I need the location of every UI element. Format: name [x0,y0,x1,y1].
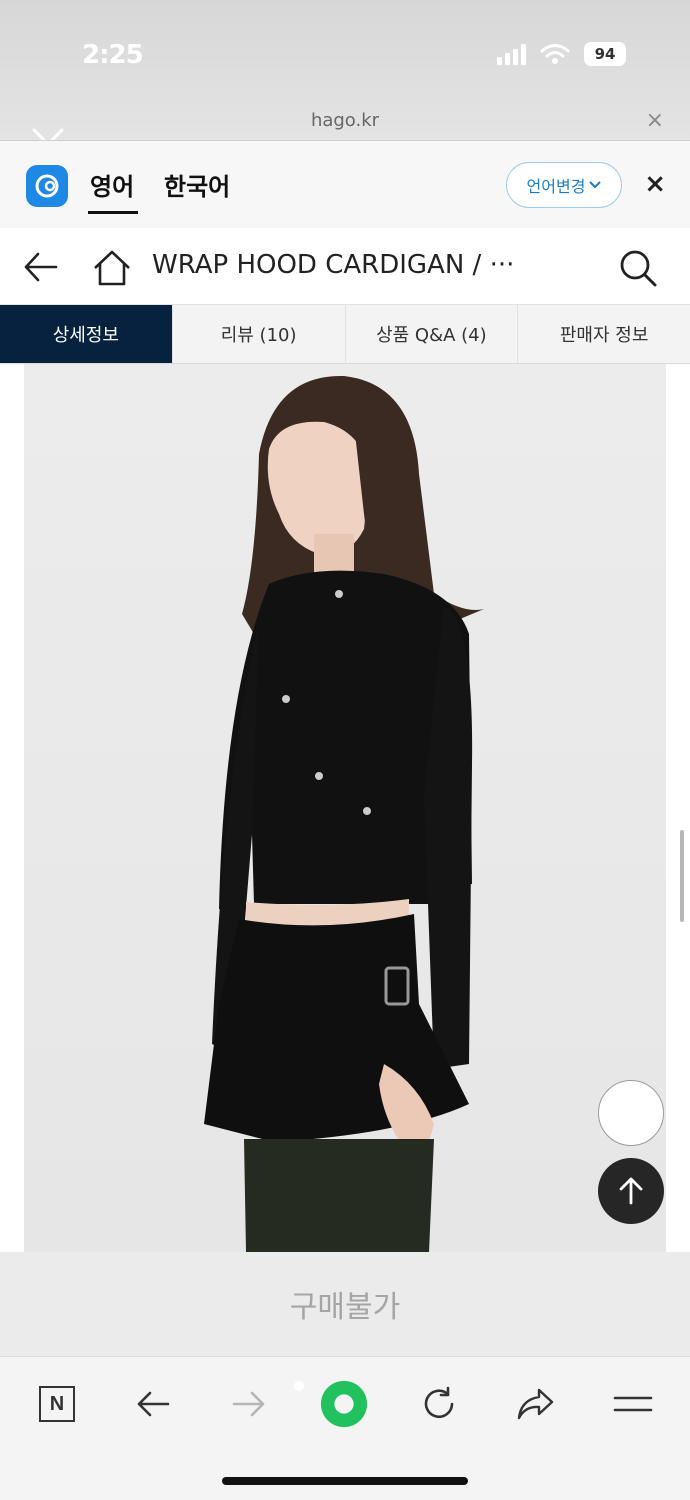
tab-qna[interactable]: 상품 Q&A (4) [346,305,519,363]
product-tabs: 상세정보 리뷰 (10) 상품 Q&A (4) 판매자 정보 [0,304,690,364]
purchase-unavailable-button[interactable]: 구매불가 [0,1252,690,1356]
home-indicator[interactable] [222,1477,468,1485]
back-icon [137,1391,170,1417]
back-arrow-icon[interactable] [22,248,60,286]
share-button[interactable] [510,1379,560,1429]
tab-detail[interactable]: 상세정보 [0,305,173,363]
change-language-button[interactable]: 언어변경 [506,162,622,208]
page-header: WRAP HOOD CARDIGAN / ··· [0,228,690,304]
tab-seller-info[interactable]: 판매자 정보 [518,305,690,363]
change-language-label: 언어변경 [526,177,586,196]
page-title: WRAP HOOD CARDIGAN / ··· [152,250,515,280]
forward-button[interactable] [224,1379,274,1429]
notification-dot [294,1381,304,1391]
model-illustration [204,375,484,1252]
forward-icon [232,1391,265,1417]
translate-close-button[interactable]: × [644,169,666,199]
product-photo [24,364,666,1252]
refresh-icon [424,1386,454,1419]
tab-reviews[interactable]: 리뷰 (10) [173,305,346,363]
green-ring-icon [320,1380,368,1428]
chevron-down-icon [589,181,602,189]
naver-n-icon: N [39,1386,75,1422]
browser-bottom-toolbar: N [0,1356,690,1500]
target-language-tab[interactable]: 한국어 [164,167,230,202]
wifi-icon [540,44,570,64]
active-language-underline [88,211,138,214]
cellular-signal-icon [497,43,526,65]
status-icons: 94 [497,42,626,66]
source-language-tab[interactable]: 영어 [90,167,134,202]
papago-icon [35,174,59,198]
url-close-button[interactable]: × [646,108,664,133]
scroll-to-top-button[interactable] [598,1158,664,1224]
refresh-button[interactable] [414,1379,464,1429]
hamburger-menu-icon [613,1396,653,1412]
arrow-up-icon [619,1177,643,1205]
browser-top-chrome: 2:25 94 hago.kr × [0,0,690,140]
back-button[interactable] [128,1379,178,1429]
floating-blank-button[interactable] [598,1080,664,1146]
status-time: 2:25 [82,40,144,70]
product-detail-area [0,364,690,1252]
papago-logo [26,165,68,207]
naver-home-button[interactable]: N [32,1379,82,1429]
translate-bar: 영어 한국어 언어변경 × [0,140,690,228]
battery-indicator: 94 [584,42,626,66]
menu-button[interactable] [608,1379,658,1429]
green-dot-button[interactable] [319,1379,369,1429]
search-icon[interactable] [618,248,658,288]
url-domain[interactable]: hago.kr [0,110,690,131]
scroll-indicator[interactable] [680,830,684,922]
share-icon [517,1388,554,1420]
home-icon[interactable] [92,248,132,288]
